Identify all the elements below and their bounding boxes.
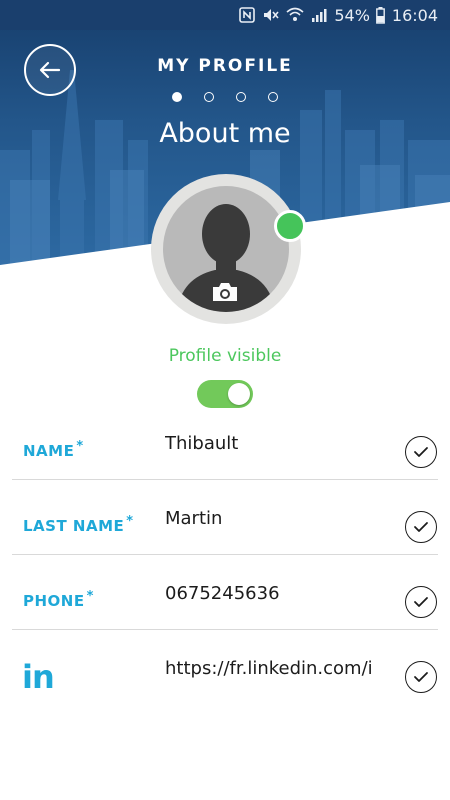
linkedin-row: in https://fr.linkedin.com/i bbox=[12, 630, 438, 705]
profile-visible-label: Profile visible bbox=[168, 346, 282, 366]
phone-label: PHONE * bbox=[23, 589, 94, 610]
last-name-row: LAST NAME * Martin bbox=[12, 480, 438, 555]
wifi-icon bbox=[286, 6, 304, 24]
linkedin-icon: in bbox=[22, 658, 55, 696]
name-label: NAME * bbox=[23, 439, 84, 460]
signal-icon bbox=[310, 6, 328, 24]
battery-icon bbox=[376, 6, 386, 24]
status-bar: 54% 16:04 bbox=[0, 0, 450, 30]
pager-dot-1 bbox=[172, 92, 182, 102]
battery-percent: 54% bbox=[334, 5, 370, 25]
section-title: About me bbox=[159, 118, 291, 149]
phone-field[interactable]: 0675245636 bbox=[165, 583, 390, 604]
online-status-indicator bbox=[274, 210, 306, 242]
pager-dot-4 bbox=[268, 92, 278, 102]
name-check-button[interactable] bbox=[405, 436, 437, 468]
checkmark-icon bbox=[414, 672, 428, 682]
last-name-field[interactable]: Martin bbox=[165, 508, 390, 529]
mute-icon bbox=[262, 6, 280, 24]
page-title: MY PROFILE bbox=[157, 56, 293, 76]
linkedin-check-button[interactable] bbox=[405, 661, 437, 693]
pager-dot-2 bbox=[204, 92, 214, 102]
checkmark-icon bbox=[414, 597, 428, 607]
pager-dot-3 bbox=[236, 92, 246, 102]
phone-check-button[interactable] bbox=[405, 586, 437, 618]
linkedin-url-field[interactable]: https://fr.linkedin.com/i bbox=[165, 658, 390, 679]
checkmark-icon bbox=[414, 447, 428, 457]
nfc-icon bbox=[238, 6, 256, 24]
phone-row: PHONE * 0675245636 bbox=[12, 555, 438, 630]
last-name-check-button[interactable] bbox=[405, 511, 437, 543]
toggle-knob bbox=[228, 383, 250, 405]
checkmark-icon bbox=[414, 522, 428, 532]
name-field[interactable]: Thibault bbox=[165, 433, 390, 454]
profile-visible-toggle[interactable] bbox=[197, 380, 253, 408]
step-pager bbox=[0, 92, 450, 102]
last-name-label: LAST NAME * bbox=[23, 514, 134, 535]
camera-icon[interactable] bbox=[211, 281, 239, 308]
name-row: NAME * Thibault bbox=[12, 405, 438, 480]
clock: 16:04 bbox=[391, 5, 438, 25]
